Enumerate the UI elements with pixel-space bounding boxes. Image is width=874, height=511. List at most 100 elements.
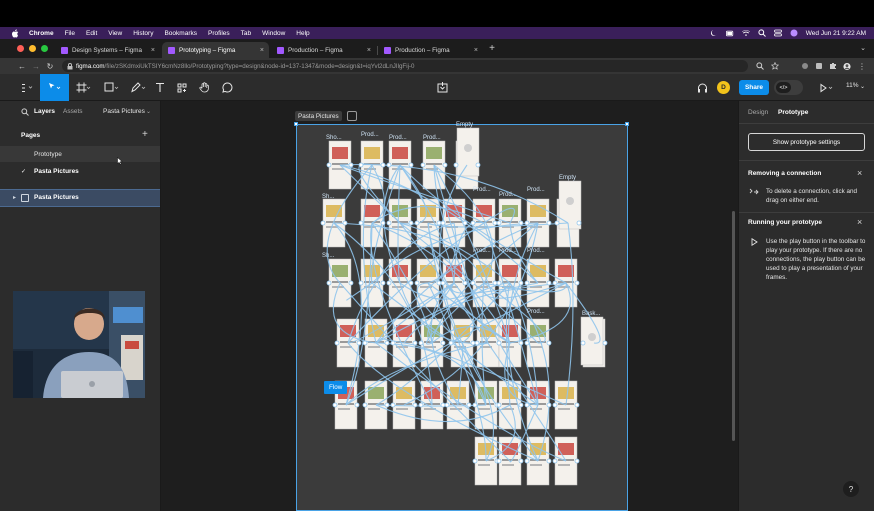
connection-noodle	[339, 282, 511, 462]
play-icon	[749, 237, 759, 247]
bookmark-star-icon[interactable]	[771, 62, 779, 70]
zoom-level[interactable]: 11%	[846, 82, 859, 89]
new-tab-icon[interactable]: +	[487, 43, 497, 54]
tab-layers[interactable]: Layers	[34, 108, 55, 115]
close-window-icon[interactable]	[17, 45, 24, 52]
close-tip-icon[interactable]: ×	[857, 217, 862, 227]
figma-toolbar: D Share </> 11% ⌄	[0, 74, 874, 101]
pen-tool-icon[interactable]	[126, 74, 150, 101]
puzzle-icon[interactable]	[829, 62, 837, 70]
dev-mode-toggle[interactable]: </>	[774, 80, 803, 95]
browser-tab[interactable]: Production – Figma ×	[271, 42, 376, 58]
menu-profiles[interactable]: Profiles	[208, 30, 230, 37]
menu-history[interactable]: History	[133, 30, 153, 37]
menu-help[interactable]: Help	[296, 30, 309, 37]
menu-edit[interactable]: Edit	[86, 30, 97, 37]
prototype-connections-layer: Sho... Prod... Prod... Prod... Empty Empty Pro…	[320, 122, 608, 486]
browser-tab-active[interactable]: Prototyping – Figma ×	[162, 42, 269, 58]
help-button[interactable]: ?	[843, 481, 859, 497]
empty-frame-placeholder	[588, 333, 596, 341]
tab-assets[interactable]: Assets	[63, 108, 83, 115]
menu-bookmarks[interactable]: Bookmarks	[164, 30, 197, 37]
text-tool-icon[interactable]	[152, 74, 168, 101]
wifi-icon[interactable]	[741, 29, 750, 37]
layer-row-pasta-pictures[interactable]: ▸ Pasta Pictures	[0, 189, 160, 207]
comment-tool-icon[interactable]	[219, 74, 235, 101]
menu-app-name[interactable]: Chrome	[29, 30, 54, 37]
close-tab-icon[interactable]: ×	[151, 47, 155, 54]
frame-thumbnail	[396, 387, 412, 399]
menu-file[interactable]: File	[65, 30, 75, 37]
close-tab-icon[interactable]: ×	[474, 47, 478, 54]
page-selector[interactable]: Pasta Pictures	[103, 108, 145, 115]
reload-icon[interactable]: ↻	[45, 61, 55, 71]
connection-node	[358, 280, 364, 286]
shape-tool-icon[interactable]	[99, 74, 123, 101]
zoom-lens-icon[interactable]	[756, 62, 764, 70]
menu-tab[interactable]: Tab	[241, 30, 251, 37]
connection-node	[386, 220, 392, 226]
forward-icon[interactable]: →	[31, 61, 41, 71]
menu-view[interactable]: View	[108, 30, 122, 37]
battery-icon[interactable]	[725, 29, 734, 37]
search-icon[interactable]	[758, 29, 766, 37]
canvas-scrollbar[interactable]	[732, 211, 735, 441]
flow-starting-point-tag[interactable]: Flow	[324, 381, 348, 394]
tab-design[interactable]: Design	[748, 109, 768, 116]
page-selector-chevron-icon[interactable]: ⌄	[146, 108, 151, 115]
resources-tool-icon[interactable]	[174, 74, 190, 101]
connection-node	[436, 280, 442, 286]
presenter-webcam	[13, 291, 145, 398]
more-vertical-icon[interactable]: ⋮	[858, 62, 866, 71]
close-tab-icon[interactable]: ×	[367, 47, 371, 54]
frame-text-line	[396, 408, 408, 410]
share-button[interactable]: Share	[739, 80, 769, 95]
address-bar[interactable]: figma.com/file/zSKdmxiUkTSIY6cmNz8llo/Pr…	[62, 60, 748, 72]
minimize-window-icon[interactable]	[29, 45, 36, 52]
extension-icon[interactable]	[815, 62, 823, 70]
move-tool-icon[interactable]	[40, 74, 69, 101]
browser-tab[interactable]: Production – Figma ×	[378, 42, 483, 58]
show-prototype-settings-button[interactable]: Show prototype settings	[748, 133, 865, 151]
present-play-icon[interactable]	[816, 74, 836, 101]
siri-icon[interactable]	[790, 29, 798, 37]
main-menu-icon[interactable]	[14, 74, 38, 101]
avatar[interactable]: D	[717, 81, 730, 94]
connection-node	[380, 162, 386, 168]
connection-node	[466, 402, 472, 408]
menu-clock[interactable]: Wed Jun 21 9:22 AM	[806, 30, 866, 37]
connection-node	[574, 458, 580, 464]
menu-window[interactable]: Window	[262, 30, 285, 37]
tab-prototype[interactable]: Prototype	[778, 109, 808, 116]
back-icon[interactable]: ←	[17, 61, 27, 71]
page-item-prototype[interactable]: Prototype	[0, 146, 160, 162]
control-center-icon[interactable]	[773, 29, 782, 37]
maximize-window-icon[interactable]	[41, 45, 48, 52]
page-item-pasta-pictures[interactable]: ✓ Pasta Pictures	[0, 163, 160, 179]
audio-headphones-icon[interactable]	[694, 74, 710, 101]
frame-text-line	[332, 168, 344, 170]
add-page-icon[interactable]: +	[142, 129, 148, 140]
frame-tool-icon[interactable]	[71, 74, 95, 101]
frame-text-line	[530, 346, 542, 348]
close-tip-icon[interactable]: ×	[857, 168, 862, 178]
frame-center-icon[interactable]	[435, 74, 449, 101]
removing-connection-heading: Removing a connection	[748, 170, 822, 177]
apple-icon[interactable]	[10, 28, 19, 38]
connection-node	[380, 220, 386, 226]
hand-tool-icon[interactable]	[196, 74, 212, 101]
empty-frame-placeholder	[464, 144, 472, 152]
connection-node	[470, 220, 476, 226]
profile-avatar-icon[interactable]	[843, 62, 851, 70]
browser-tab[interactable]: Design Systems – Figma ×	[55, 42, 160, 58]
zoom-chevron-icon[interactable]: ⌄	[860, 83, 865, 90]
close-tab-icon[interactable]: ×	[260, 47, 264, 54]
design-canvas[interactable]: Pasta Pictures Sho... Prod... Prod... Prod.…	[161, 101, 738, 511]
moon-icon[interactable]	[710, 29, 718, 37]
extension-icon[interactable]	[801, 62, 809, 70]
search-layers-icon[interactable]	[20, 107, 30, 117]
expand-chevron-icon[interactable]: ▸	[13, 194, 16, 201]
tab-search-chevron-icon[interactable]: ⌄	[858, 43, 868, 53]
lock-icon[interactable]	[65, 61, 75, 71]
connection-node	[496, 280, 502, 286]
